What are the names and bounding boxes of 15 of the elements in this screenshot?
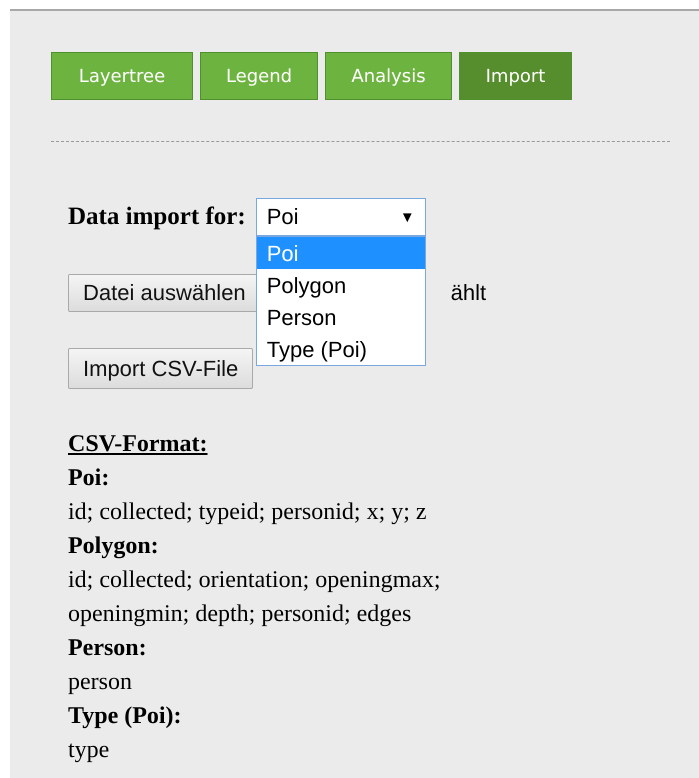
format-fields: type xyxy=(68,733,538,767)
field-label: Data import for: xyxy=(68,203,246,231)
format-heading: Polygon: xyxy=(68,532,160,561)
format-heading: Poi: xyxy=(68,464,110,493)
section-title: CSV-Format: xyxy=(68,430,209,459)
file-status-text: ählt xyxy=(450,280,486,306)
format-fields: id; collected; typeid; personid; x; y; z xyxy=(68,495,538,529)
dropdown-option[interactable]: Type (Poi) xyxy=(256,333,425,365)
format-fields: person xyxy=(68,665,538,699)
import-button[interactable]: Import CSV-File xyxy=(68,348,254,389)
type-select[interactable]: Poi ▼ xyxy=(256,198,426,236)
tab[interactable]: Import xyxy=(459,52,572,100)
format-fields: id; collected; orientation; openingmax; openingmin; depth; personid; edges xyxy=(68,563,538,631)
format-heading: Person: xyxy=(68,634,148,663)
format-heading: Type (Poi): xyxy=(68,702,183,731)
